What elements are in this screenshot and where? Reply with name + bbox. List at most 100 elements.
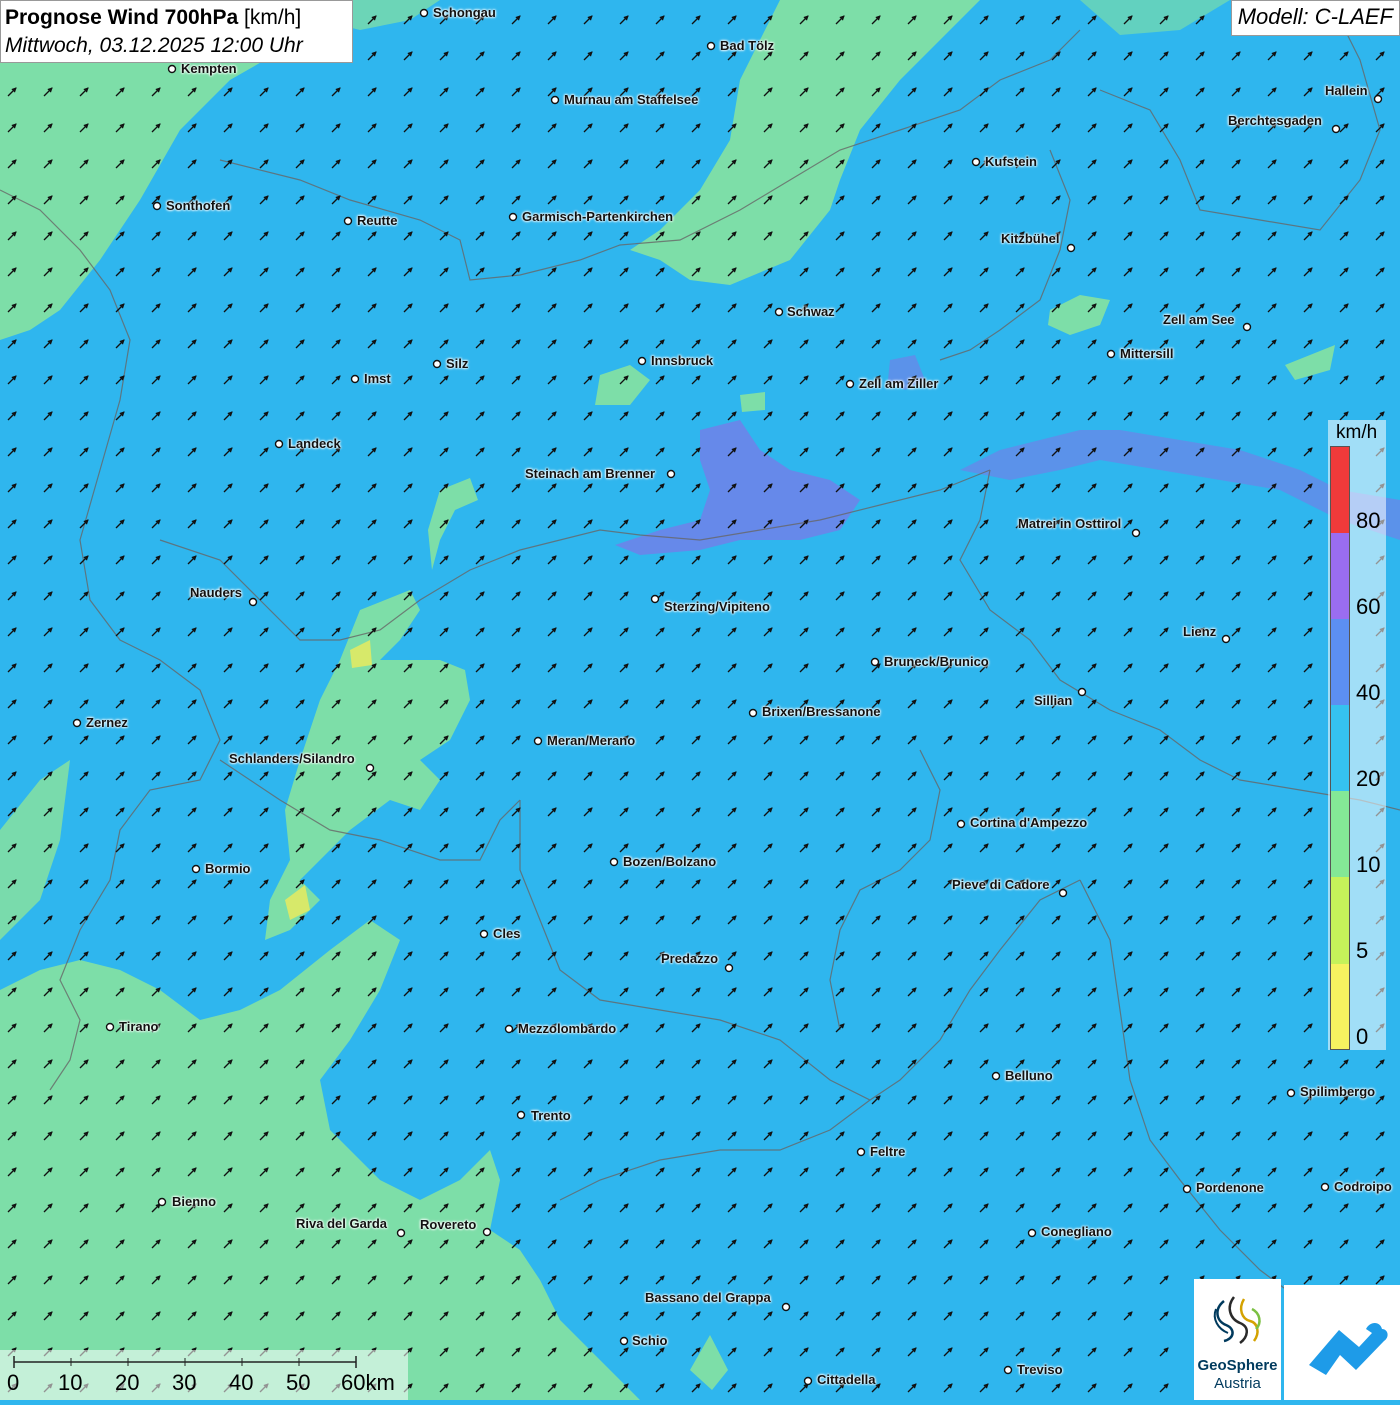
geosphere-emblem-icon (1213, 1296, 1261, 1344)
city-label: Tirano (119, 1019, 159, 1034)
green-area-small-1 (740, 392, 765, 412)
legend-unit: km/h (1336, 422, 1378, 443)
scale-bar: 0 10 20 30 40 50 60km (0, 1350, 408, 1400)
city-dot (1320, 1182, 1330, 1192)
city-label: Steinach am Brenner (525, 466, 656, 481)
city-dot (396, 1228, 406, 1238)
city-label: Mittersill (1120, 346, 1174, 361)
legend-segment-80 (1331, 447, 1349, 534)
city-dot (482, 1227, 492, 1237)
city-dot (152, 201, 162, 211)
city-label: Spilimbergo (1300, 1084, 1376, 1099)
legend-segment-5 (1331, 877, 1349, 964)
city-label: Zernez (86, 715, 128, 730)
city-dot (191, 864, 201, 874)
city-dot (72, 718, 82, 728)
city-dot (870, 657, 880, 667)
city-dot (706, 41, 716, 51)
city-dot (956, 819, 966, 829)
legend-tick-10: 10 (1356, 852, 1381, 877)
legend-tick-5: 5 (1356, 938, 1369, 963)
city-label: Schlanders/Silandro (229, 751, 355, 766)
city-dot (350, 374, 360, 384)
legend-segment-0 (1331, 963, 1349, 1049)
legend-segment-20 (1331, 705, 1349, 792)
scale-label-60km: 60km (341, 1370, 395, 1395)
city-dot (666, 469, 676, 479)
city-label: Schongau (433, 5, 496, 20)
city-label: Treviso (1017, 1362, 1063, 1377)
city-dot (1221, 634, 1231, 644)
city-label: Landeck (288, 436, 341, 451)
city-dot (1027, 1228, 1037, 1238)
city-label: Garmisch-Partenkirchen (522, 209, 674, 224)
city-label: Trento (531, 1108, 571, 1123)
city-dot (516, 1110, 526, 1120)
city-label: Belluno (1005, 1068, 1053, 1083)
city-label: Sterzing/Vipiteno (664, 599, 770, 614)
city-dot (343, 216, 353, 226)
model-label: Modell: C-LAEF (1230, 0, 1400, 36)
city-dot (274, 439, 284, 449)
city-dot (856, 1147, 866, 1157)
city-label: Bad Tölz (720, 38, 775, 53)
city-label: Pordenone (1196, 1180, 1264, 1195)
legend-segment-10 (1331, 791, 1349, 878)
city-label: Matrei in Osttirol (1018, 516, 1122, 531)
scale-label-20: 20 (115, 1370, 140, 1395)
city-label: Brixen/Bressanone (762, 704, 881, 719)
city-dot (508, 212, 518, 222)
city-dot (619, 1336, 629, 1346)
city-label: Sonthofen (166, 198, 231, 213)
color-legend: km/h 80 60 40 20 10 5 0 (1328, 420, 1386, 1050)
city-label: Bormio (205, 861, 251, 876)
scale-label-40: 40 (229, 1370, 254, 1395)
legend-tick-60: 60 (1356, 594, 1381, 619)
legend-tick-40: 40 (1356, 680, 1381, 705)
cloud-arrow-icon (1309, 1323, 1388, 1375)
city-dot (550, 95, 560, 105)
legend-tick-0: 0 (1356, 1024, 1369, 1049)
title-box: Prognose Wind 700hPa [km/h] Mittwoch, 03… (0, 0, 353, 63)
scale-label-30: 30 (172, 1370, 197, 1395)
city-label: Sillian (1034, 693, 1073, 708)
city-dot (1077, 687, 1087, 697)
city-dot (748, 708, 758, 718)
city-label: Nauders (190, 585, 243, 600)
city-dot (650, 594, 660, 604)
legend-color-bar (1330, 446, 1350, 1050)
city-label: Innsbruck (651, 353, 714, 368)
city-label: Predazzo (661, 951, 719, 966)
geosphere-name: GeoSphere (1197, 1357, 1278, 1374)
city-label: Feltre (870, 1144, 906, 1159)
city-dot (504, 1024, 514, 1034)
city-label: Schio (632, 1333, 668, 1348)
city-dot (1331, 124, 1341, 134)
city-label: Cles (493, 926, 521, 941)
city-dot (781, 1302, 791, 1312)
city-label: Silz (446, 356, 469, 371)
city-label: Rovereto (420, 1217, 477, 1232)
city-dot (1373, 94, 1383, 104)
legend-segment-40 (1331, 619, 1349, 706)
city-dot (479, 929, 489, 939)
map-title: Prognose Wind 700hPa [km/h] (5, 4, 348, 32)
city-label: Kempten (181, 61, 237, 76)
geosphere-logo[interactable]: GeoSphere Austria (1194, 1279, 1281, 1400)
city-label: Codroipo (1334, 1179, 1392, 1194)
city-dot (157, 1197, 167, 1207)
city-dot (845, 379, 855, 389)
city-dot (609, 857, 619, 867)
city-label: Imst (364, 371, 391, 386)
city-label: Lienz (1183, 624, 1217, 639)
city-label: Kufstein (985, 154, 1037, 169)
map-title-main: Prognose Wind 700hPa (5, 6, 239, 29)
city-dot (1066, 243, 1076, 253)
city-label: Cortina d'Ampezzo (970, 815, 1088, 830)
city-label: Zell am See (1163, 312, 1235, 327)
city-label: Meran/Merano (547, 733, 636, 748)
city-dot (1286, 1088, 1296, 1098)
app-logo[interactable] (1284, 1285, 1400, 1400)
city-label: Schwaz (787, 304, 835, 319)
city-dot (432, 359, 442, 369)
